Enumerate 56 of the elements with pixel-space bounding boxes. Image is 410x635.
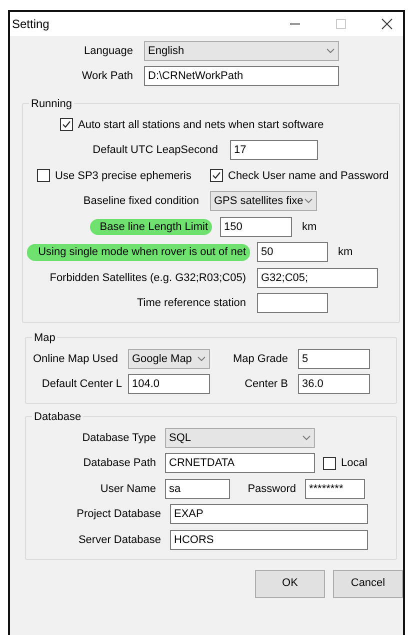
field-label: Default Center L — [40, 377, 123, 392]
input-field[interactable]: 5 — [298, 348, 370, 369]
field-label: Time reference station — [136, 296, 247, 311]
input-field[interactable]: 150 — [220, 216, 292, 237]
field-label: Base line Length Limit — [90, 218, 212, 235]
checkbox[interactable] — [323, 456, 336, 470]
field-label: Database Type — [81, 430, 157, 446]
input-field[interactable]: 104.0 — [128, 374, 210, 394]
field-label: Database Path — [82, 456, 157, 471]
input-field[interactable]: 50 — [257, 242, 328, 262]
dropdown[interactable]: GPS satellites fixe — [210, 191, 317, 212]
group-title: Running — [29, 96, 74, 112]
checkbox[interactable] — [60, 118, 73, 132]
field-label: Forbidden Satellites (e.g. G32;R03;C05) — [48, 270, 247, 286]
close-icon[interactable] — [379, 16, 395, 32]
field-label: Default UTC LeapSecond — [92, 143, 219, 158]
dropdown[interactable]: Google Map — [128, 348, 210, 369]
dropdown[interactable]: English — [144, 40, 339, 61]
caret-icon — [326, 48, 335, 54]
field-label: Password — [246, 482, 297, 496]
input-field[interactable] — [257, 293, 328, 314]
field-label: Online Map Used — [32, 352, 119, 366]
input-field[interactable]: sa — [165, 478, 230, 499]
input-field[interactable]: HCORS — [170, 530, 368, 550]
field-label: Work Path — [80, 69, 134, 84]
cancel-button[interactable]: Cancel — [333, 570, 403, 598]
group-title: Map — [32, 330, 58, 346]
caret-icon — [304, 198, 313, 204]
input-field[interactable]: EXAP — [170, 504, 368, 524]
input-field[interactable]: D:\CRNetWorkPath — [144, 66, 339, 86]
ok-button[interactable]: OK — [255, 570, 325, 598]
checkbox-label: Auto start all stations and nets when start software — [78, 118, 324, 132]
field-label: Baseline fixed condition — [82, 194, 200, 209]
field-label: Server Database — [77, 532, 162, 548]
input-field[interactable]: ******** — [305, 478, 365, 499]
field-label: Language — [83, 44, 134, 58]
field-label: Using single mode when rover is out of net — [27, 244, 250, 260]
input-field[interactable]: CRNETDATA — [165, 453, 315, 474]
checkbox-label: Use SP3 precise ephemeris — [55, 168, 192, 184]
input-field[interactable]: 36.0 — [298, 374, 370, 394]
field-label: Center B — [244, 377, 289, 392]
checkbox-label: Check User name and Password — [228, 168, 389, 184]
unit-label: km — [302, 220, 317, 234]
field-label: Project Database — [76, 507, 162, 522]
field-label: User Name — [99, 482, 157, 496]
caret-icon — [302, 434, 311, 441]
input-field[interactable]: 17 — [230, 140, 318, 160]
unit-label: km — [338, 245, 353, 260]
checkbox[interactable] — [37, 169, 50, 182]
checkbox[interactable] — [210, 169, 223, 182]
dropdown[interactable]: SQL — [165, 428, 315, 448]
input-field[interactable]: G32;C05; — [257, 268, 378, 288]
checkbox-label: Local — [341, 456, 368, 471]
window-title: Setting — [12, 16, 50, 33]
caret-icon — [197, 356, 206, 362]
field-label: Map Grade — [232, 352, 289, 366]
